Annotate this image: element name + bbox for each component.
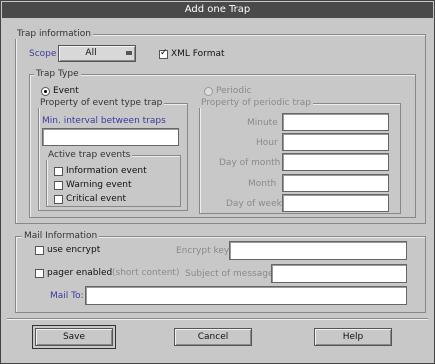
- subject-label: Subject of message:: [185, 269, 277, 279]
- encrypt-key-text[interactable]: [230, 242, 406, 259]
- subject-input[interactable]: [271, 264, 407, 283]
- help-button[interactable]: Help: [314, 328, 392, 346]
- information-event-checkbox[interactable]: [54, 167, 63, 176]
- encrypt-key-input[interactable]: [229, 241, 407, 260]
- window-title: Add one Trap: [2, 2, 433, 18]
- minute-input[interactable]: [282, 113, 389, 131]
- day-of-month-input[interactable]: [282, 153, 389, 171]
- min-interval-text[interactable]: [43, 129, 178, 145]
- save-button[interactable]: Save: [35, 328, 113, 346]
- min-interval-label: Min. interval between traps: [42, 116, 166, 126]
- event-property-legend: Property of event type trap: [38, 98, 165, 108]
- trap-type-legend: Trap Type: [34, 69, 81, 79]
- warning-event-label: Warning event: [66, 180, 132, 190]
- subject-text[interactable]: [272, 265, 406, 282]
- hour-label: Hour: [256, 138, 278, 148]
- use-encrypt-label: use encrypt: [47, 245, 101, 255]
- trap-information-legend: Trap information: [15, 29, 93, 39]
- day-of-week-text[interactable]: [283, 195, 388, 211]
- scope-label: Scope: [29, 49, 57, 59]
- mail-information-legend: Mail Information: [22, 231, 100, 241]
- dialog-window: Add one Trap Trap information Scope All …: [0, 0, 435, 364]
- chevron-down-icon: [126, 51, 132, 55]
- periodic-property-legend: Property of periodic trap: [199, 98, 313, 108]
- event-radio[interactable]: [41, 87, 50, 96]
- information-event-label: Information event: [66, 166, 147, 176]
- critical-event-checkbox[interactable]: [54, 195, 63, 204]
- cancel-button[interactable]: Cancel: [174, 328, 252, 346]
- mail-to-text[interactable]: [86, 287, 406, 304]
- day-of-week-label: Day of week: [226, 199, 282, 209]
- mail-to-input[interactable]: [85, 286, 407, 305]
- pager-enabled-checkbox[interactable]: [35, 269, 44, 278]
- periodic-radio[interactable]: [204, 87, 213, 96]
- day-of-month-label: Day of month: [219, 158, 281, 168]
- xml-format-label: XML Format: [171, 49, 225, 59]
- scope-select[interactable]: All: [58, 45, 136, 62]
- pager-enabled-label: pager enabled: [47, 268, 113, 278]
- month-input[interactable]: [282, 174, 389, 192]
- button-separator: [7, 318, 428, 320]
- hour-text[interactable]: [283, 134, 388, 150]
- active-trap-events-legend: Active trap events: [46, 150, 133, 160]
- month-text[interactable]: [283, 175, 388, 191]
- day-of-month-text[interactable]: [283, 154, 388, 170]
- encrypt-key-label: Encrypt key:: [176, 246, 232, 256]
- min-interval-input[interactable]: [42, 128, 179, 146]
- event-radio-label: Event: [53, 86, 79, 96]
- periodic-radio-label: Periodic: [216, 86, 252, 96]
- minute-text[interactable]: [283, 114, 388, 130]
- mail-to-label: Mail To:: [50, 291, 84, 301]
- warning-event-checkbox[interactable]: [54, 181, 63, 190]
- day-of-week-input[interactable]: [282, 194, 389, 212]
- hour-input[interactable]: [282, 133, 389, 151]
- pager-suffix-label: (short content): [112, 268, 180, 278]
- minute-label: Minute: [247, 118, 278, 128]
- month-label: Month: [248, 179, 277, 189]
- use-encrypt-checkbox[interactable]: [35, 246, 44, 255]
- scope-value: All: [85, 48, 97, 58]
- critical-event-label: Critical event: [66, 194, 126, 204]
- xml-format-checkbox[interactable]: [159, 48, 168, 59]
